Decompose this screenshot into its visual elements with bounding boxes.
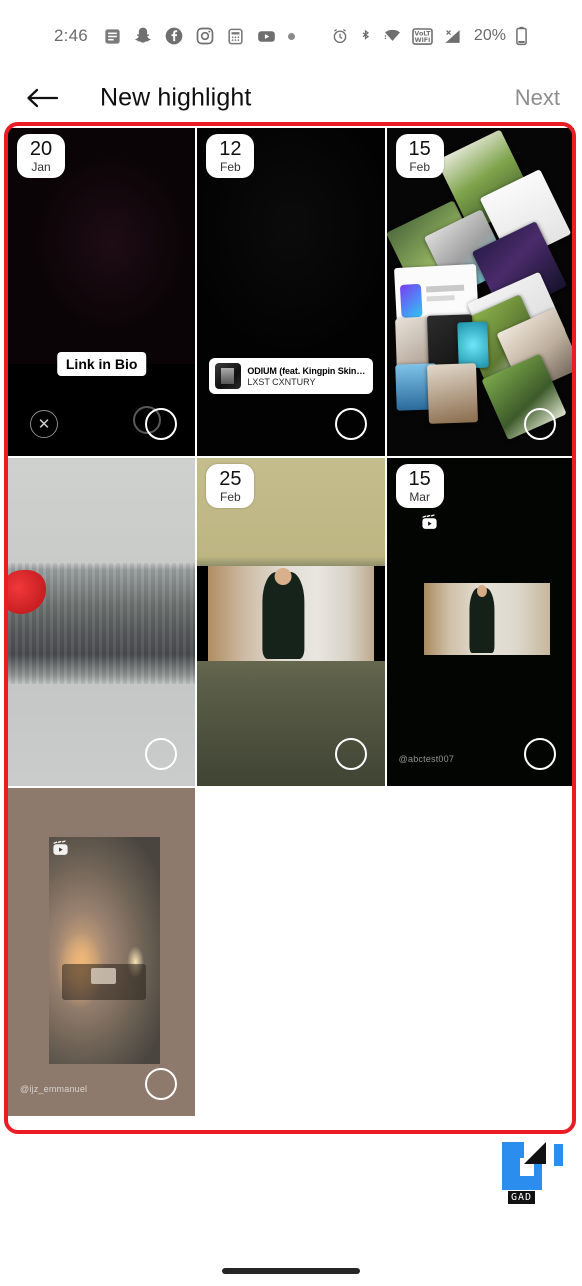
volte-wifi-icon: VoLT WiFi xyxy=(412,27,433,46)
battery-percent: 20% xyxy=(473,27,506,44)
page-title: New highlight xyxy=(100,83,252,112)
snapchat-icon xyxy=(133,26,153,46)
music-title: ODIUM (feat. Kingpin Skinny Pimp) xyxy=(247,365,367,376)
story-thumbnail-3[interactable]: 15 Feb xyxy=(386,128,574,456)
status-bar: 2:46 VoLT WiFi 20% xyxy=(0,0,582,72)
music-artist: LXST CXNTURY xyxy=(247,376,316,387)
date-badge-1: 20 Jan xyxy=(17,134,65,178)
wifi-icon xyxy=(382,27,403,45)
story-media-4 xyxy=(8,458,196,786)
date-day: 25 xyxy=(219,468,242,490)
back-button[interactable] xyxy=(22,82,62,114)
story-thumbnail-4[interactable] xyxy=(8,458,196,786)
album-art-icon xyxy=(215,363,242,389)
svg-text:WiFi: WiFi xyxy=(415,37,431,44)
date-day: 20 xyxy=(29,138,53,160)
story-grid: 20 Jan Link in Bio ✕ 12 Feb ODIUM (feat.… xyxy=(8,128,574,1116)
status-bar-right: VoLT WiFi 20% xyxy=(331,26,528,46)
instagram-icon xyxy=(195,26,215,46)
date-badge-6: 15 Mar xyxy=(395,464,444,508)
select-circle-6[interactable] xyxy=(523,738,556,770)
calculator-icon xyxy=(226,27,245,46)
date-badge-5: 25 Feb xyxy=(206,464,255,508)
more-dot-icon xyxy=(287,32,295,40)
date-month: Feb xyxy=(219,160,241,174)
link-sticker[interactable]: Link in Bio xyxy=(56,352,147,376)
status-time: 2:46 xyxy=(54,26,88,45)
messages-icon xyxy=(103,27,122,46)
story-thumbnail-7[interactable]: @ijz_emmanuel xyxy=(8,788,196,1116)
story-thumbnail-2[interactable]: 12 Feb ODIUM (feat. Kingpin Skinny Pimp)… xyxy=(197,128,385,456)
empty-grid-cell xyxy=(386,788,574,1116)
date-day: 12 xyxy=(219,138,242,160)
select-circle-5[interactable] xyxy=(334,738,367,770)
story-handle-7: @ijz_emmanuel xyxy=(20,1084,88,1094)
bluetooth-icon xyxy=(358,27,373,45)
story-thumbnail-6[interactable]: 15 Mar @abctest007 xyxy=(386,458,574,786)
app-header: New highlight Next xyxy=(0,72,582,124)
reels-icon xyxy=(421,514,438,536)
youtube-icon xyxy=(256,26,277,47)
select-circle-3[interactable] xyxy=(523,408,556,440)
watermark-label: GAD xyxy=(508,1191,536,1204)
date-month: Jan xyxy=(31,160,51,174)
status-bar-left: 2:46 xyxy=(54,26,295,47)
date-month: Mar xyxy=(409,490,430,504)
signal-icon xyxy=(442,27,463,46)
empty-grid-cell xyxy=(197,788,385,1116)
story-thumbnail-1[interactable]: 20 Jan Link in Bio ✕ xyxy=(8,128,196,456)
story-thumbnail-5[interactable]: 25 Feb xyxy=(197,458,385,786)
date-badge-3: 15 Feb xyxy=(395,134,444,178)
date-month: Feb xyxy=(409,160,430,174)
next-button[interactable]: Next xyxy=(509,81,566,115)
facebook-icon xyxy=(164,26,184,46)
date-badge-2: 12 Feb xyxy=(206,134,255,178)
alarm-icon xyxy=(331,27,349,45)
gad-watermark: GAD xyxy=(490,1136,564,1204)
story-media-7 xyxy=(8,788,196,1116)
reels-icon xyxy=(52,840,69,862)
gesture-navigation-bar[interactable] xyxy=(222,1268,360,1274)
music-sticker[interactable]: ODIUM (feat. Kingpin Skinny Pimp) LXST C… xyxy=(209,358,373,394)
story-handle-6: @abctest007 xyxy=(398,754,455,764)
date-day: 15 xyxy=(408,468,431,490)
close-icon[interactable]: ✕ xyxy=(30,410,58,438)
battery-icon xyxy=(515,26,528,46)
date-month: Feb xyxy=(219,490,241,504)
select-circle-2[interactable] xyxy=(334,408,367,440)
date-day: 15 xyxy=(408,138,431,160)
